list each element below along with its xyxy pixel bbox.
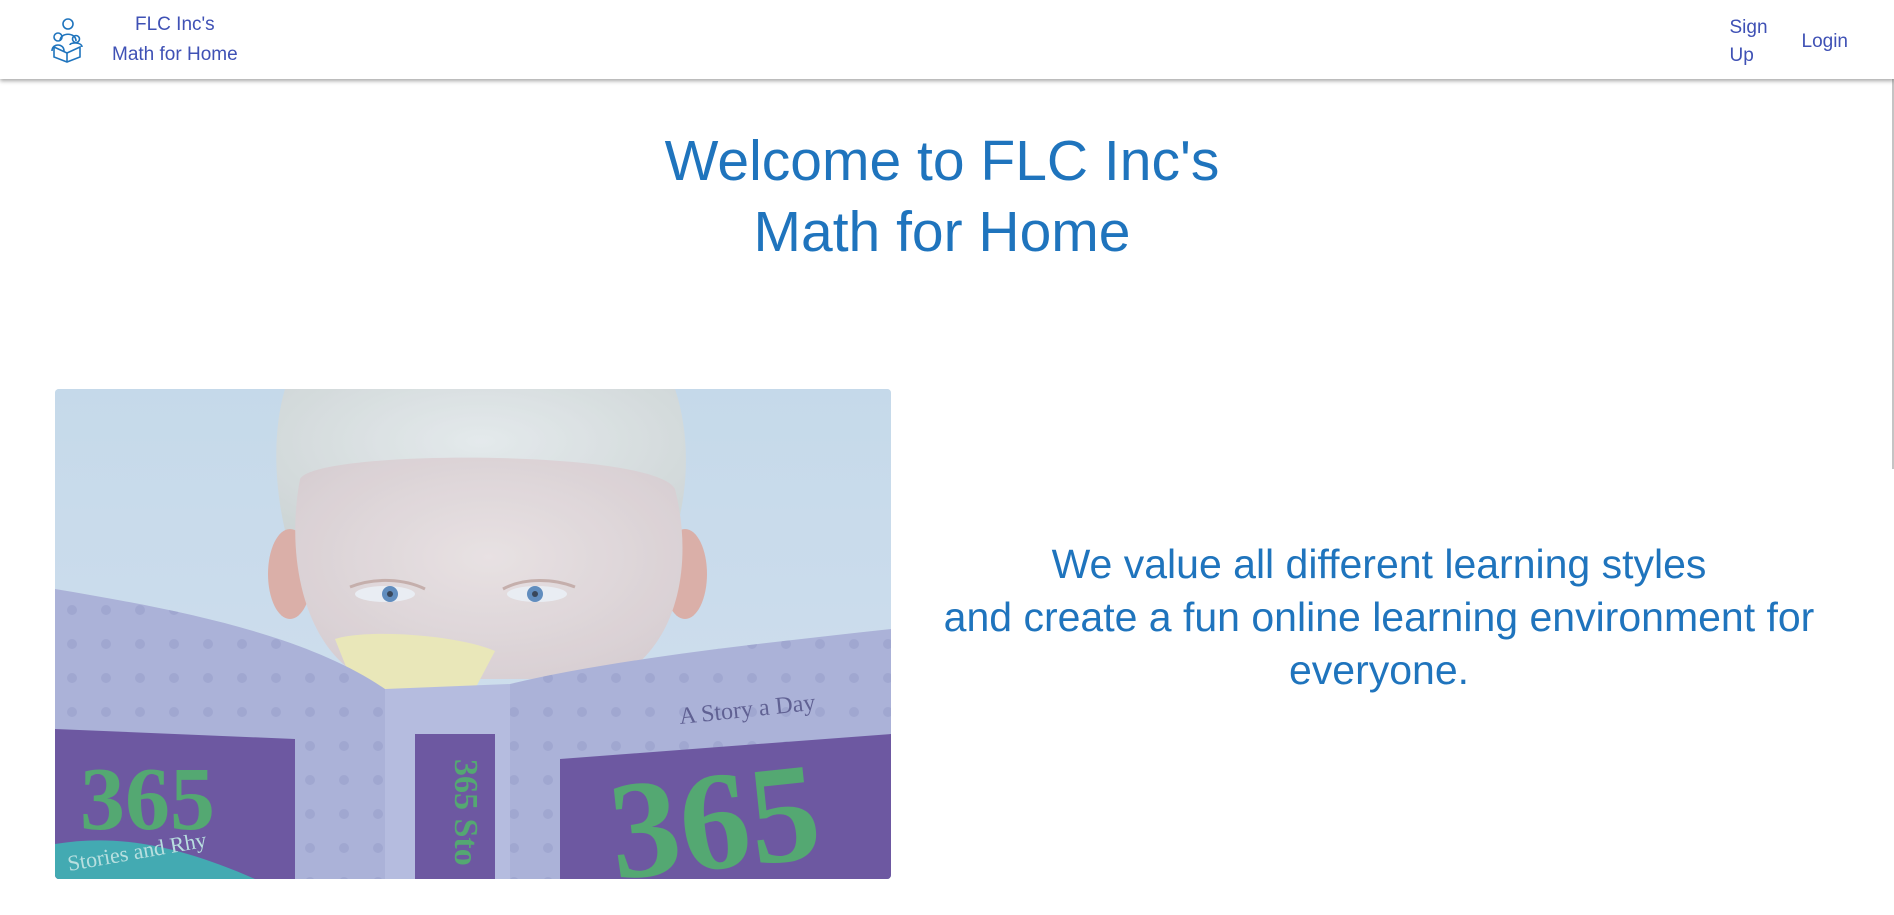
- top-navbar: FLC Inc's Math for Home Sign Up Login: [0, 0, 1894, 79]
- tagline-line-1: We value all different learning styles: [1051, 541, 1707, 587]
- brand-line-1: FLC Inc's: [135, 14, 215, 35]
- login-link[interactable]: Login: [1788, 28, 1863, 56]
- brand-name: FLC Inc's Math for Home: [112, 10, 238, 70]
- tagline-line-2: and create a fun online learning environ…: [943, 594, 1815, 693]
- brand-line-2: Math for Home: [112, 44, 238, 65]
- page-title-line-2: Math for Home: [753, 200, 1131, 264]
- child-reading-book-photo: 365 Stories and Rhy 365 Sto A Story a Da…: [55, 389, 891, 879]
- tagline: We value all different learning styles a…: [912, 538, 1846, 697]
- brand-link[interactable]: FLC Inc's Math for Home: [48, 10, 238, 70]
- page-title: Welcome to FLC Inc's Math for Home: [0, 126, 1884, 268]
- photo-illustration: 365 Stories and Rhy 365 Sto A Story a Da…: [55, 389, 891, 879]
- family-reading-icon: [51, 18, 83, 63]
- signup-link[interactable]: Sign Up: [1716, 14, 1788, 70]
- nav-links: Sign Up Login: [1716, 14, 1863, 70]
- page-title-line-1: Welcome to FLC Inc's: [664, 129, 1220, 193]
